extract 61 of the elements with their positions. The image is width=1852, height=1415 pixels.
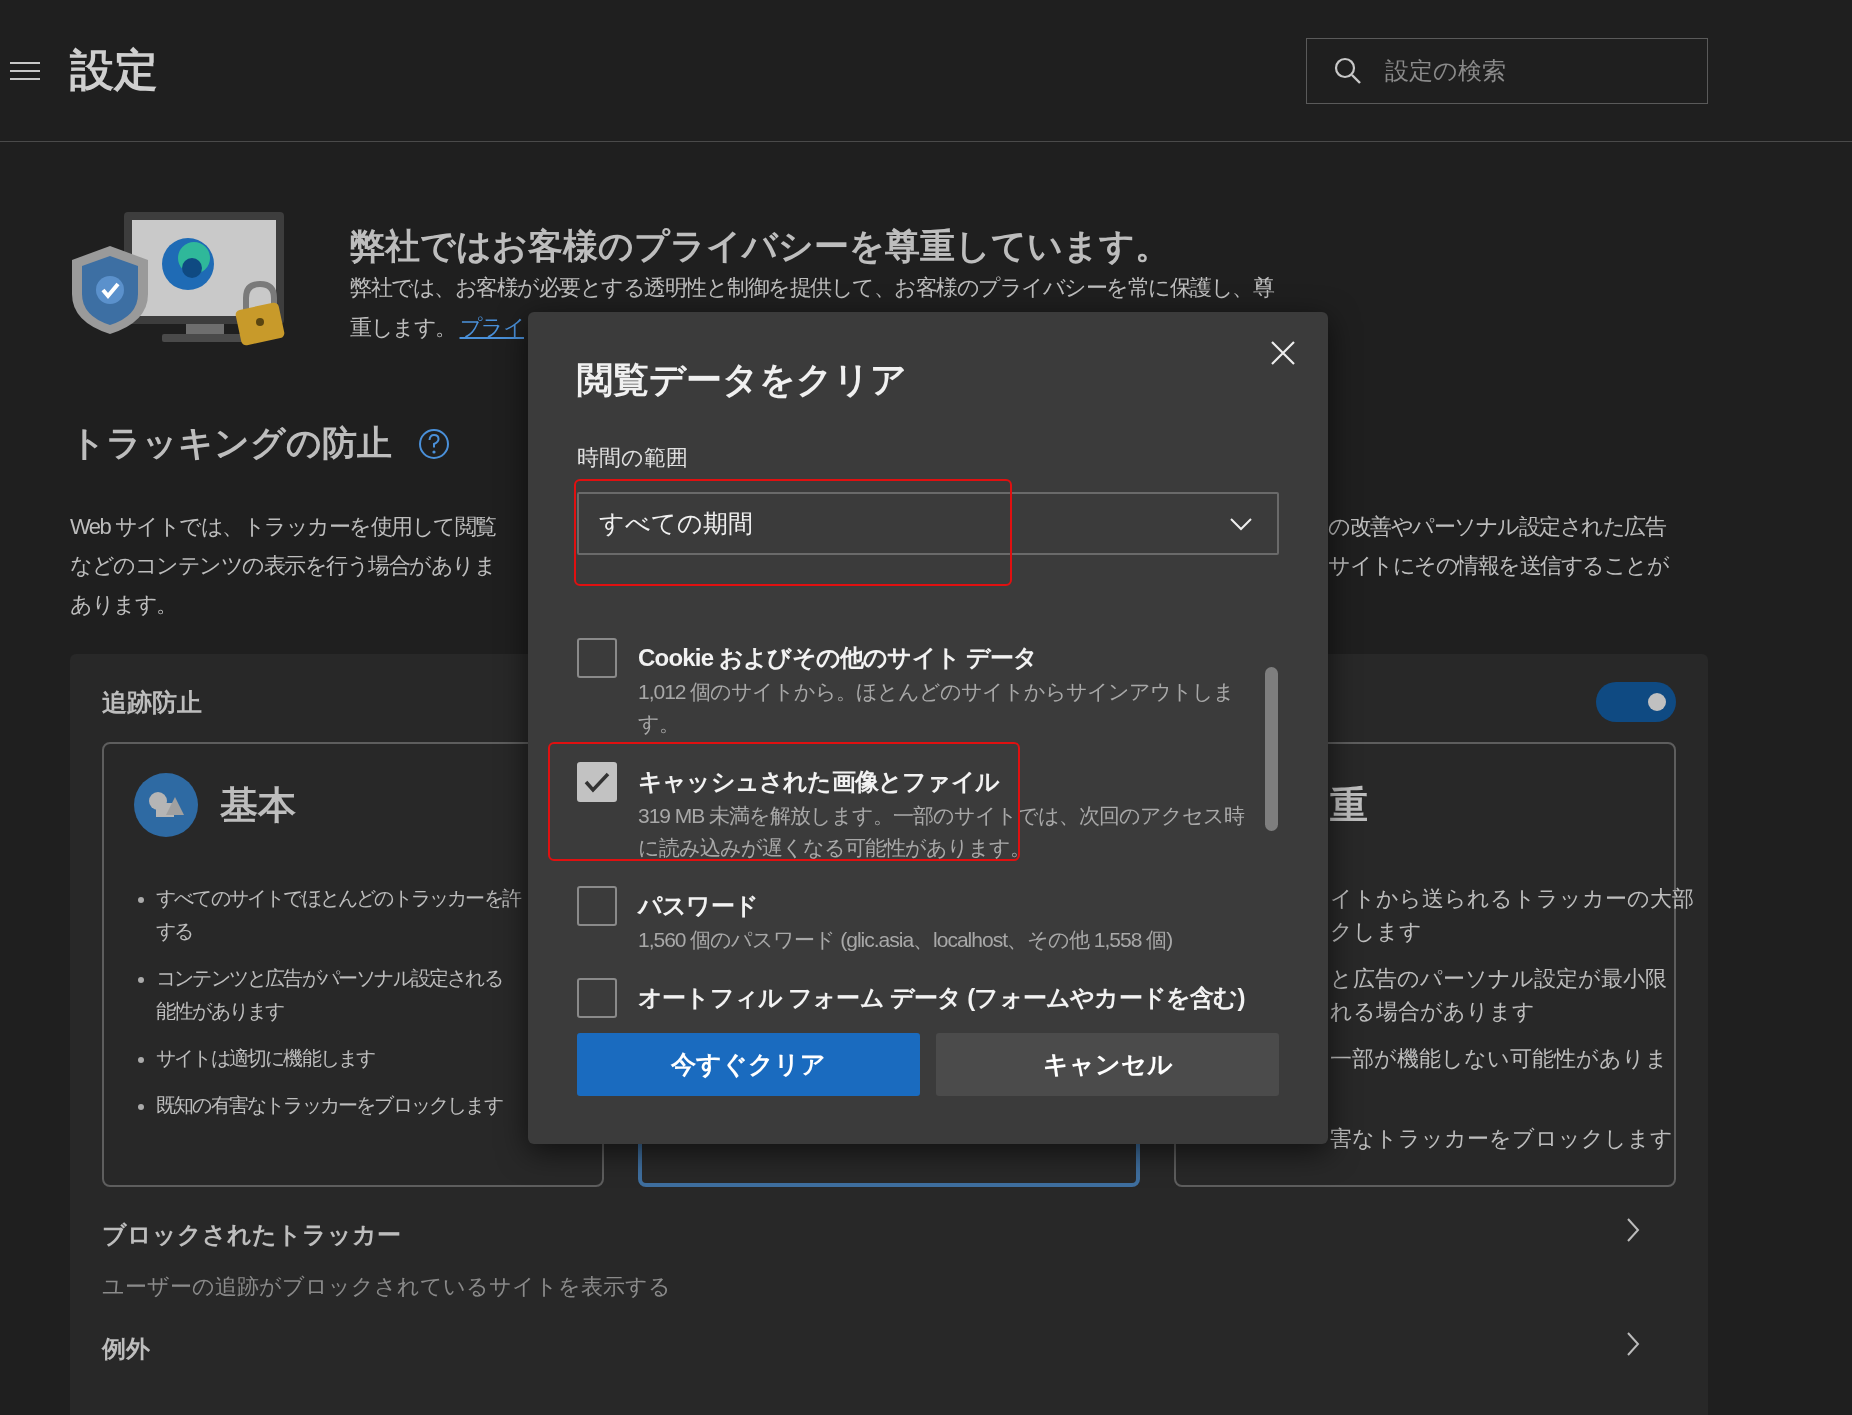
option-title: 基本 xyxy=(220,782,296,828)
link-row[interactable]: 例外 xyxy=(102,1331,1676,1367)
page-title: 設定 xyxy=(70,44,159,96)
checkbox[interactable] xyxy=(577,638,617,678)
bullet-dot xyxy=(138,1104,144,1110)
help-icon[interactable] xyxy=(418,427,450,460)
description-text: などのコンテンツの表示を行う場合がありま xyxy=(70,552,496,580)
option-title: 重 xyxy=(1330,782,1368,828)
search-field[interactable]: 設定の検索 xyxy=(1306,37,1708,104)
checkbox[interactable] xyxy=(577,886,617,926)
scrollbar-thumb[interactable] xyxy=(1265,667,1278,831)
description-text: の改善やパーソナル設定された広告 xyxy=(1328,513,1667,541)
search-icon xyxy=(1334,56,1362,85)
description-text: あります。 xyxy=(70,591,178,619)
bullet-text: れる場合があります xyxy=(1330,998,1536,1026)
privacy-text: 重します。 xyxy=(350,314,456,342)
close-icon xyxy=(1270,340,1296,366)
checkbox[interactable] xyxy=(577,978,617,1018)
bullet-dot xyxy=(138,1057,144,1063)
bullet-text: 既知の有害なトラッカーをブロックします xyxy=(156,1093,502,1118)
chevron-icon xyxy=(1626,1331,1640,1357)
link-row[interactable]: ブロックされたトラッカー ユーザーの追跡がブロックされているサイトを表示する xyxy=(102,1217,1676,1305)
check-icon xyxy=(584,771,610,793)
dialog-title: 閲覧データをクリア xyxy=(577,358,908,402)
row-title: ブロックされたトラッカー xyxy=(102,1220,402,1250)
checkbox[interactable] xyxy=(577,762,617,802)
bullet-text: 一部が機能しない可能性がありま xyxy=(1330,1045,1668,1073)
privacy-link[interactable]: プライ xyxy=(459,308,524,348)
row-subtitle: ユーザーの追跡がブロックされているサイトを表示する xyxy=(102,1273,671,1301)
chevron-icon xyxy=(1229,516,1253,531)
card-title: 追跡防止 xyxy=(102,686,202,718)
bullet-dot xyxy=(138,897,144,903)
bullet-text: する xyxy=(156,919,194,944)
option-description: 1,012 個のサイトから。ほとんどのサイトからサインアウトします。 xyxy=(638,679,1236,737)
privacy-text: 弊社では、お客様が必要とする透明性と制御を提供して、お客様のプライバシーを常に保護し、尊 xyxy=(350,274,1273,302)
bullet-text: イトから送られるトラッカーの大部 xyxy=(1330,885,1694,913)
description-text: Web サイトでは、トラッカーを使用して閲覧 xyxy=(70,513,497,541)
bullet-text: すべてのサイトでほとんどのトラッカーを許 xyxy=(156,886,520,911)
bullet-text: クします xyxy=(1330,918,1423,946)
field-label: 時間の範囲 xyxy=(577,444,689,472)
menu-icon[interactable] xyxy=(8,59,42,82)
row-title: 例外 xyxy=(102,1334,150,1364)
chevron-icon xyxy=(1626,1217,1640,1243)
bullet-text: と広告のパーソナル設定が最小限 xyxy=(1330,965,1667,993)
cancel-button[interactable]: キャンセル xyxy=(936,1033,1279,1096)
bullet-dot xyxy=(138,977,144,983)
option-label: パスワード xyxy=(638,891,759,921)
time-range-dropdown[interactable]: すべての期間 xyxy=(577,492,1279,555)
bullet-text: 害なトラッカーをブロックします xyxy=(1330,1125,1673,1153)
option-description: 1,560 個のパスワード (glic.asia、localhost、その他 1,558 個) xyxy=(638,927,1174,953)
bullet-text: 能性があります xyxy=(156,999,285,1024)
option-label: キャッシュされた画像とファイル xyxy=(638,767,1001,797)
bullet-text: コンテンツと広告がパーソナル設定される xyxy=(156,966,502,991)
option-label: Cookie およびその他のサイト データ xyxy=(638,643,1039,673)
toggle-switch[interactable] xyxy=(1596,682,1676,722)
bullet-text: サイトは適切に機能します xyxy=(156,1046,375,1071)
section-heading: トラッキングの防止 xyxy=(70,422,392,464)
privacy-heading: 弊社ではお客様のプライバシーを尊重しています。 xyxy=(350,225,1171,267)
shapes-icon xyxy=(134,773,198,837)
clear-button[interactable]: 今すぐクリア xyxy=(577,1033,920,1096)
description-text: サイトにその情報を送信することが xyxy=(1328,552,1670,580)
